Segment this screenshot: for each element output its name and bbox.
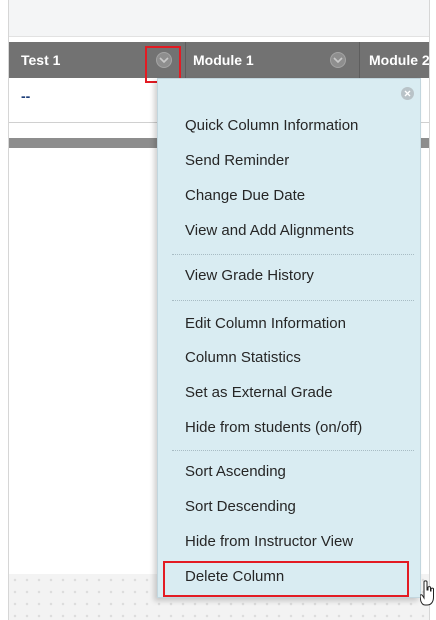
chevron-down-icon: [333, 57, 343, 64]
menu-item-edit-column-information[interactable]: Edit Column Information: [158, 311, 420, 337]
menu-item-view-grade-history[interactable]: View Grade History: [158, 263, 420, 289]
menu-item-set-as-external-grade[interactable]: Set as External Grade: [158, 380, 420, 406]
menu-divider: [172, 450, 414, 451]
hand-cursor-icon: [420, 580, 434, 606]
menu-item-view-and-add-alignments[interactable]: View and Add Alignments: [158, 218, 420, 244]
column-header-test-1[interactable]: Test 1: [21, 42, 60, 78]
menu-item-column-statistics[interactable]: Column Statistics: [158, 345, 420, 371]
menu-item-sort-descending[interactable]: Sort Descending: [158, 494, 420, 520]
column-context-menu: Quick Column Information Send Reminder C…: [157, 78, 421, 598]
close-icon: [404, 90, 411, 97]
module-1-column-menu-button[interactable]: [330, 52, 346, 68]
menu-item-quick-column-information[interactable]: Quick Column Information: [158, 113, 420, 139]
column-header-module-2[interactable]: Module 2: [369, 42, 429, 78]
column-separator: [359, 42, 360, 78]
test-1-grade-cell[interactable]: --: [21, 88, 30, 104]
menu-item-sort-ascending[interactable]: Sort Ascending: [158, 459, 420, 485]
menu-item-hide-from-instructor-view[interactable]: Hide from Instructor View: [158, 529, 420, 555]
top-toolbar: [9, 0, 429, 37]
column-separator: [185, 42, 186, 78]
menu-item-delete-column[interactable]: Delete Column: [158, 564, 420, 590]
chevron-down-icon: [159, 57, 169, 64]
menu-item-change-due-date[interactable]: Change Due Date: [158, 183, 420, 209]
menu-item-send-reminder[interactable]: Send Reminder: [158, 148, 420, 174]
menu-item-hide-from-students[interactable]: Hide from students (on/off): [158, 415, 420, 441]
menu-close-button[interactable]: [401, 87, 414, 100]
column-header-module-1[interactable]: Module 1: [193, 42, 254, 78]
menu-divider: [172, 254, 414, 255]
menu-divider: [172, 300, 414, 301]
test-1-column-menu-button[interactable]: [156, 52, 172, 68]
grid-header-row: Test 1 Module 1 Module 2: [9, 42, 429, 78]
